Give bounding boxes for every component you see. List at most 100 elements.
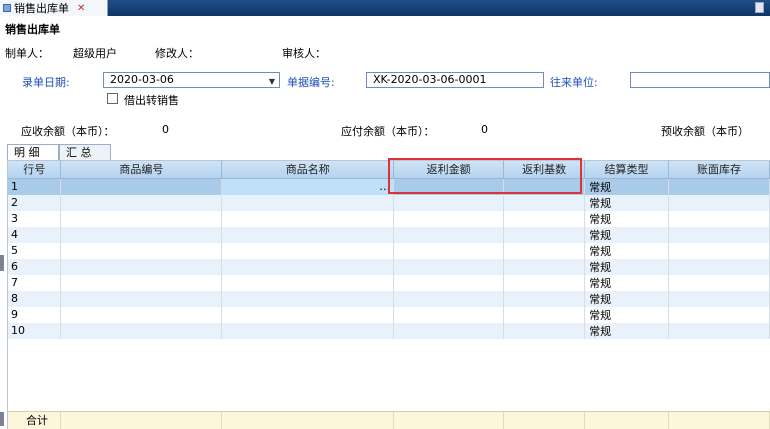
tab-summary[interactable]: 汇 总 bbox=[59, 144, 111, 160]
book-stock-cell[interactable] bbox=[668, 178, 770, 195]
product-code-cell[interactable] bbox=[60, 226, 223, 243]
table-row[interactable]: 3 常规 bbox=[8, 210, 770, 227]
product-code-cell[interactable] bbox=[60, 242, 223, 259]
rebate-base-cell[interactable] bbox=[503, 210, 586, 227]
settlement-type-cell[interactable]: 常规 bbox=[584, 226, 670, 243]
row-no-cell[interactable]: 1 bbox=[8, 178, 62, 195]
product-code-cell[interactable] bbox=[60, 258, 223, 275]
rebate-base-cell[interactable] bbox=[503, 258, 586, 275]
book-stock-cell[interactable] bbox=[668, 242, 770, 259]
book-stock-cell[interactable] bbox=[668, 306, 770, 323]
row-no-cell[interactable]: 7 bbox=[8, 274, 62, 291]
product-code-cell[interactable] bbox=[60, 306, 223, 323]
table-row[interactable]: 9 常规 bbox=[8, 306, 770, 323]
settlement-type-cell[interactable]: 常规 bbox=[584, 274, 670, 291]
rebate-base-cell[interactable] bbox=[503, 178, 586, 195]
row-no-cell[interactable]: 4 bbox=[8, 226, 62, 243]
row-no-cell[interactable]: 5 bbox=[8, 242, 62, 259]
book-stock-cell[interactable] bbox=[668, 258, 770, 275]
product-name-cell[interactable] bbox=[221, 242, 395, 259]
table-row[interactable]: 6 常规 bbox=[8, 258, 770, 275]
book-stock-cell[interactable] bbox=[668, 290, 770, 307]
book-stock-cell[interactable] bbox=[668, 274, 770, 291]
table-row[interactable]: 1 … 常规 bbox=[8, 178, 770, 195]
book-stock-cell[interactable] bbox=[668, 226, 770, 243]
product-code-cell[interactable] bbox=[60, 178, 223, 195]
rebate-base-cell[interactable] bbox=[503, 226, 586, 243]
borrow-checkbox[interactable] bbox=[107, 93, 118, 104]
splitter-handle[interactable] bbox=[0, 412, 4, 426]
rebate-base-cell[interactable] bbox=[503, 290, 586, 307]
product-code-cell[interactable] bbox=[60, 210, 223, 227]
rebate-amount-cell[interactable] bbox=[393, 242, 505, 259]
settlement-type-cell[interactable]: 常规 bbox=[584, 290, 670, 307]
row-no-cell[interactable]: 8 bbox=[8, 290, 62, 307]
product-name-cell[interactable] bbox=[221, 194, 395, 211]
product-name-cell[interactable] bbox=[221, 274, 395, 291]
product-name-cell[interactable] bbox=[221, 306, 395, 323]
col-header-row-no[interactable]: 行号 bbox=[8, 161, 62, 179]
col-header-rebate-base[interactable]: 返利基数 bbox=[503, 161, 586, 179]
rebate-amount-cell[interactable] bbox=[393, 210, 505, 227]
table-row[interactable]: 10 常规 bbox=[8, 322, 770, 339]
col-header-book-stock[interactable]: 账面库存 bbox=[668, 161, 770, 179]
table-row[interactable]: 2 常规 bbox=[8, 194, 770, 211]
rebate-base-cell[interactable] bbox=[503, 274, 586, 291]
settlement-type-cell[interactable]: 常规 bbox=[584, 322, 670, 339]
table-row[interactable]: 5 常规 bbox=[8, 242, 770, 259]
settlement-type-cell[interactable]: 常规 bbox=[584, 210, 670, 227]
rebate-amount-cell[interactable] bbox=[393, 178, 505, 195]
scroll-right-button[interactable] bbox=[755, 2, 764, 13]
row-no-cell[interactable]: 10 bbox=[8, 322, 62, 339]
book-stock-cell[interactable] bbox=[668, 322, 770, 339]
product-name-cell[interactable] bbox=[221, 210, 395, 227]
table-row[interactable]: 8 常规 bbox=[8, 290, 770, 307]
rebate-amount-cell[interactable] bbox=[393, 226, 505, 243]
row-no-cell[interactable]: 2 bbox=[8, 194, 62, 211]
borrow-label: 借出转销售 bbox=[124, 94, 179, 107]
splitter-handle[interactable] bbox=[0, 255, 4, 271]
doc-no-input[interactable]: XK-2020-03-06-0001 bbox=[366, 72, 544, 88]
book-stock-cell[interactable] bbox=[668, 194, 770, 211]
col-header-product-code[interactable]: 商品编号 bbox=[60, 161, 223, 179]
col-header-settlement-type[interactable]: 结算类型 bbox=[584, 161, 670, 179]
rebate-base-cell[interactable] bbox=[503, 322, 586, 339]
partner-input[interactable] bbox=[630, 72, 770, 88]
product-name-cell[interactable]: … bbox=[221, 178, 395, 195]
close-icon[interactable]: ✕ bbox=[77, 3, 85, 14]
rebate-base-cell[interactable] bbox=[503, 242, 586, 259]
rebate-base-cell[interactable] bbox=[503, 194, 586, 211]
product-code-cell[interactable] bbox=[60, 290, 223, 307]
tab-detail[interactable]: 明 细 bbox=[7, 144, 59, 160]
rebate-amount-cell[interactable] bbox=[393, 274, 505, 291]
product-name-cell[interactable] bbox=[221, 258, 395, 275]
rebate-amount-cell[interactable] bbox=[393, 290, 505, 307]
product-code-cell[interactable] bbox=[60, 194, 223, 211]
settlement-type-cell[interactable]: 常规 bbox=[584, 258, 670, 275]
document-tab[interactable]: 销售出库单 ✕ bbox=[0, 0, 108, 16]
settlement-type-cell[interactable]: 常规 bbox=[584, 194, 670, 211]
table-row[interactable]: 7 常规 bbox=[8, 274, 770, 291]
settlement-type-cell[interactable]: 常规 bbox=[584, 178, 670, 195]
row-no-cell[interactable]: 9 bbox=[8, 306, 62, 323]
rebate-amount-cell[interactable] bbox=[393, 258, 505, 275]
product-code-cell[interactable] bbox=[60, 274, 223, 291]
rebate-amount-cell[interactable] bbox=[393, 194, 505, 211]
rebate-amount-cell[interactable] bbox=[393, 306, 505, 323]
rebate-base-cell[interactable] bbox=[503, 306, 586, 323]
product-name-cell[interactable] bbox=[221, 290, 395, 307]
rebate-amount-cell[interactable] bbox=[393, 322, 505, 339]
row-no-cell[interactable]: 3 bbox=[8, 210, 62, 227]
dropdown-arrow-icon[interactable]: ▼ bbox=[269, 75, 275, 89]
col-header-product-name[interactable]: 商品名称 bbox=[221, 161, 395, 179]
row-no-cell[interactable]: 6 bbox=[8, 258, 62, 275]
date-picker[interactable]: 2020-03-06 ▼ bbox=[103, 72, 280, 88]
product-code-cell[interactable] bbox=[60, 322, 223, 339]
col-header-rebate-amount[interactable]: 返利金额 bbox=[393, 161, 505, 179]
table-row[interactable]: 4 常规 bbox=[8, 226, 770, 243]
product-name-cell[interactable] bbox=[221, 226, 395, 243]
settlement-type-cell[interactable]: 常规 bbox=[584, 306, 670, 323]
settlement-type-cell[interactable]: 常规 bbox=[584, 242, 670, 259]
book-stock-cell[interactable] bbox=[668, 210, 770, 227]
product-name-cell[interactable] bbox=[221, 322, 395, 339]
